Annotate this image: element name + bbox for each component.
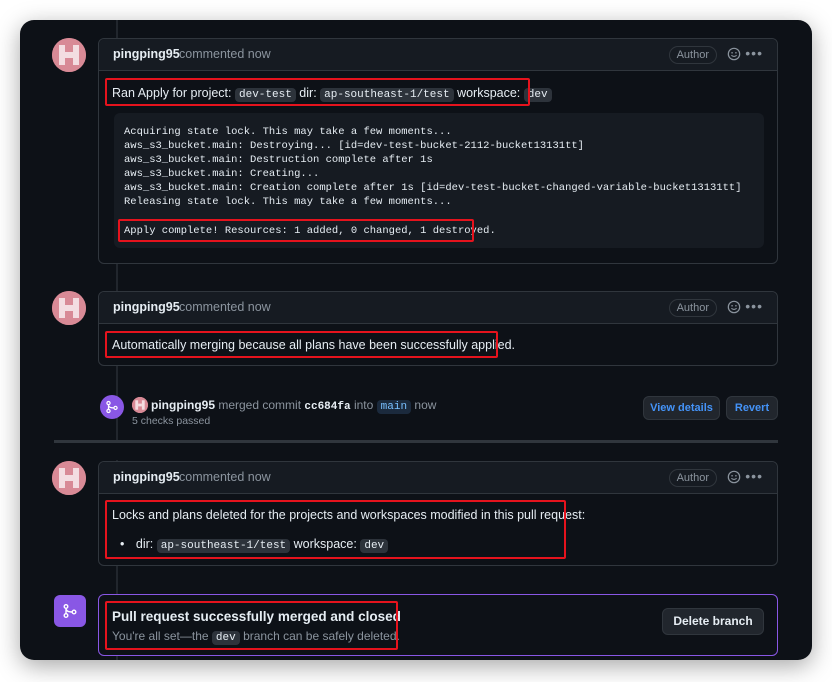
output-line: aws_s3_bucket.main: Destruction complete… xyxy=(124,154,433,166)
highlight-box xyxy=(118,219,474,242)
comment-header: pingping95 commented now Author ••• xyxy=(99,462,777,494)
output-line: aws_s3_bucket.main: Creating... xyxy=(124,168,320,180)
avatar[interactable] xyxy=(52,291,86,325)
author-badge: Author xyxy=(668,299,717,317)
merge-author[interactable]: pingping95 xyxy=(151,398,215,412)
highlight-box xyxy=(105,500,566,559)
merge-time[interactable]: now xyxy=(414,398,436,412)
checks-status[interactable]: 5 checks passed xyxy=(132,415,210,427)
kebab-menu-icon[interactable]: ••• xyxy=(745,45,763,61)
into-label: into xyxy=(353,398,374,412)
timeline-divider xyxy=(54,440,778,443)
merged-status-icon xyxy=(54,595,86,627)
comment-header: pingping95 commented now Author ••• xyxy=(99,39,777,71)
comment-author[interactable]: pingping95 xyxy=(113,470,180,484)
output-line: aws_s3_bucket.main: Destroying... [id=de… xyxy=(124,140,584,152)
merge-event-icon xyxy=(100,395,124,419)
smiley-icon[interactable] xyxy=(727,470,741,484)
highlight-box xyxy=(105,601,398,650)
comment-author[interactable]: pingping95 xyxy=(113,47,180,61)
commit-hash[interactable]: cc684fa xyxy=(304,401,350,413)
revert-button[interactable]: Revert xyxy=(726,396,778,420)
author-badge: Author xyxy=(668,46,717,64)
base-branch[interactable]: main xyxy=(376,400,412,414)
avatar[interactable] xyxy=(52,461,86,495)
highlight-box xyxy=(105,78,530,106)
author-badge: Author xyxy=(668,469,717,487)
comment-header: pingping95 commented now Author ••• xyxy=(99,292,777,324)
comment-author[interactable]: pingping95 xyxy=(113,300,180,314)
merge-event-text: pingping95 merged commit cc684fa into ma… xyxy=(151,398,436,414)
smiley-icon[interactable] xyxy=(727,300,741,314)
comment-time[interactable]: commented now xyxy=(179,470,271,484)
kebab-menu-icon[interactable]: ••• xyxy=(745,468,763,484)
avatar[interactable] xyxy=(132,397,148,413)
merged-commit-label: merged commit xyxy=(218,398,302,412)
output-line: Releasing state lock. This may take a fe… xyxy=(124,196,452,208)
delete-branch-button[interactable]: Delete branch xyxy=(662,608,764,635)
comment-time[interactable]: commented now xyxy=(179,47,271,61)
kebab-menu-icon[interactable]: ••• xyxy=(745,298,763,314)
highlight-box xyxy=(105,331,498,358)
comment-time[interactable]: commented now xyxy=(179,300,271,314)
view-details-button[interactable]: View details xyxy=(643,396,720,420)
avatar[interactable] xyxy=(52,38,86,72)
output-line: Acquiring state lock. This may take a fe… xyxy=(124,126,452,138)
output-line: aws_s3_bucket.main: Creation complete af… xyxy=(124,182,742,194)
smiley-icon[interactable] xyxy=(727,47,741,61)
pr-timeline-window: pingping95 commented now Author ••• Ran … xyxy=(20,20,812,660)
